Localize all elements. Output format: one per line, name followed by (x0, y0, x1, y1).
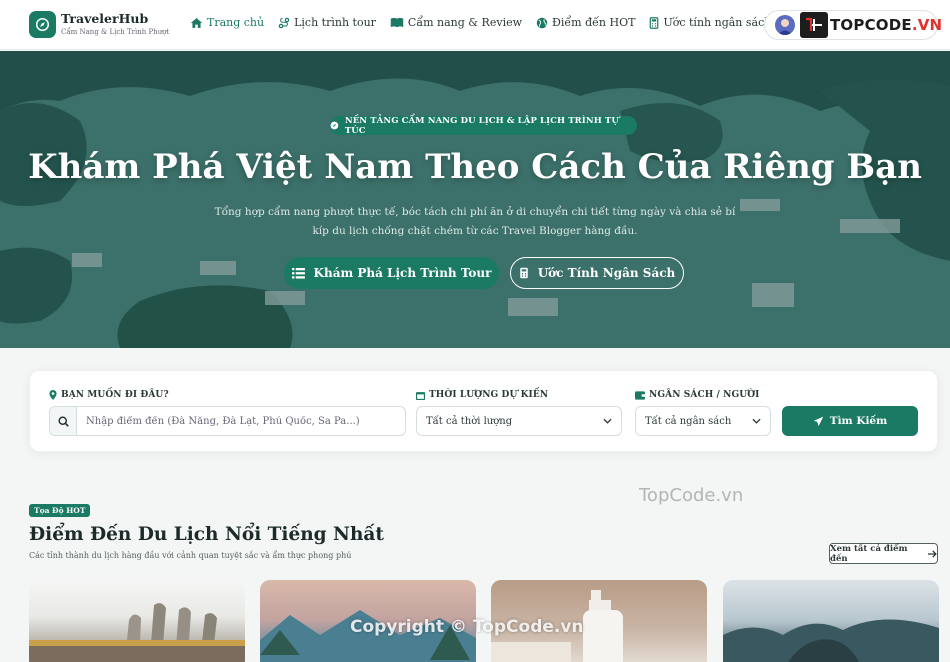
estimate-budget-button[interactable]: Ước Tính Ngân Sách (510, 257, 684, 289)
hero-banner: NỀN TẢNG CẨM NANG DU LỊCH & LẬP LỊCH TRÌ… (0, 51, 950, 348)
nav-item-hot-destinations[interactable]: Điểm đến HOT (536, 16, 635, 29)
explore-tours-button[interactable]: Khám Phá Lịch Trình Tour (284, 257, 499, 289)
hero-overlay (0, 51, 950, 348)
nav-item-budget[interactable]: Ước tính ngân sách (649, 16, 771, 29)
topcode-logo-icon (800, 12, 828, 38)
destination-label: BẠN MUỐN ĐI ĐÂU? (49, 390, 169, 400)
nav-label: Lịch trình tour (294, 16, 376, 29)
watermark-copyright: Copyright © TopCode.vn (350, 617, 584, 637)
bay-islands-image (723, 619, 939, 662)
nav-label: Cẩm nang & Review (407, 16, 523, 29)
brand-tagline: Cẩm Nang & Lịch Trình Phượt (61, 28, 170, 36)
nav-label: Ước tính ngân sách (663, 16, 772, 29)
globe-icon (536, 17, 548, 28)
search-panel: BẠN MUỐN ĐI ĐÂU? THỜI LƯỢNG DỰ KIẾN Tất … (29, 370, 938, 452)
main-nav: Trang chủ Lịch trình tour Cẩm nang & Rev… (190, 16, 785, 29)
section-subtitle: Các tỉnh thành du lịch hàng đầu với cảnh… (29, 551, 352, 560)
hero-badge-label: NỀN TẢNG CẨM NANG DU LỊCH & LẬP LỊCH TRÌ… (344, 115, 619, 136)
calculator-icon (650, 16, 659, 29)
explore-tours-label: Khám Phá Lịch Trình Tour (313, 266, 492, 280)
list-icon (291, 267, 305, 279)
hero-description: Tổng hợp cẩm nang phượt thực tế, bóc tác… (214, 206, 736, 237)
destination-card[interactable] (29, 580, 245, 662)
wallet-icon (635, 390, 645, 400)
watermark-text: TopCode.vn (639, 485, 744, 506)
route-icon (278, 17, 290, 28)
nav-item-guides[interactable]: Cẩm nang & Review (390, 16, 522, 29)
view-all-destinations-button[interactable]: Xem tất cả điểm đến (829, 543, 938, 564)
hero-badge: NỀN TẢNG CẨM NANG DU LỊCH & LẬP LỊCH TRÌ… (330, 115, 637, 136)
compass-icon (330, 121, 339, 130)
watermark-logo: TOPCODE.VN (800, 12, 942, 38)
hero-title: Khám Phá Việt Nam Theo Cách Của Riêng Bạ… (28, 147, 922, 187)
nav-item-tours[interactable]: Lịch trình tour (278, 16, 376, 29)
top-navbar: TravelerHub Cẩm Nang & Lịch Trình Phượt … (0, 0, 950, 50)
calculator-icon (519, 267, 528, 279)
search-submit-button[interactable]: Tìm Kiếm (782, 406, 918, 436)
watermark-logo-text: TOPCODE.VN (830, 16, 943, 34)
avatar (775, 15, 795, 35)
nav-item-home[interactable]: Trang chủ (190, 16, 264, 29)
search-submit-label: Tìm Kiếm (829, 415, 888, 427)
compass-icon (29, 11, 56, 38)
section-badge: Tọa Độ HOT (29, 504, 91, 517)
paper-plane-icon (813, 416, 823, 426)
map-pin-icon (49, 390, 57, 400)
destination-search-box (49, 406, 406, 436)
home-icon (190, 17, 203, 28)
brand-name: TravelerHub (61, 11, 149, 26)
calendar-icon (416, 391, 425, 400)
nav-label: Điểm đến HOT (552, 16, 636, 29)
budget-select-value: Tất cả ngân sách (645, 415, 732, 427)
duration-select-value: Tất cả thời lượng (426, 415, 513, 427)
book-icon (390, 17, 404, 28)
destination-input[interactable] (77, 415, 397, 427)
destination-card[interactable] (723, 580, 939, 662)
duration-label: THỜI LƯỢNG DỰ KIẾN (416, 390, 548, 400)
budget-select[interactable]: Tất cả ngân sách (635, 406, 771, 436)
view-all-label: Xem tất cả điểm đến (830, 543, 908, 564)
budget-label: NGÂN SÁCH / NGƯỜI (635, 390, 759, 400)
nav-label: Trang chủ (207, 16, 265, 29)
chevron-down-icon (603, 418, 612, 424)
brand[interactable]: TravelerHub Cẩm Nang & Lịch Trình Phượt (29, 11, 169, 38)
arrow-right-icon (927, 549, 937, 558)
duration-select[interactable]: Tất cả thời lượng (416, 406, 622, 436)
section-title: Điểm Đến Du Lịch Nổi Tiếng Nhất (29, 524, 384, 545)
chevron-down-icon (752, 418, 761, 424)
search-icon (50, 407, 77, 435)
golden-bridge-image (29, 603, 245, 662)
estimate-budget-label: Ước Tính Ngân Sách (537, 266, 676, 280)
